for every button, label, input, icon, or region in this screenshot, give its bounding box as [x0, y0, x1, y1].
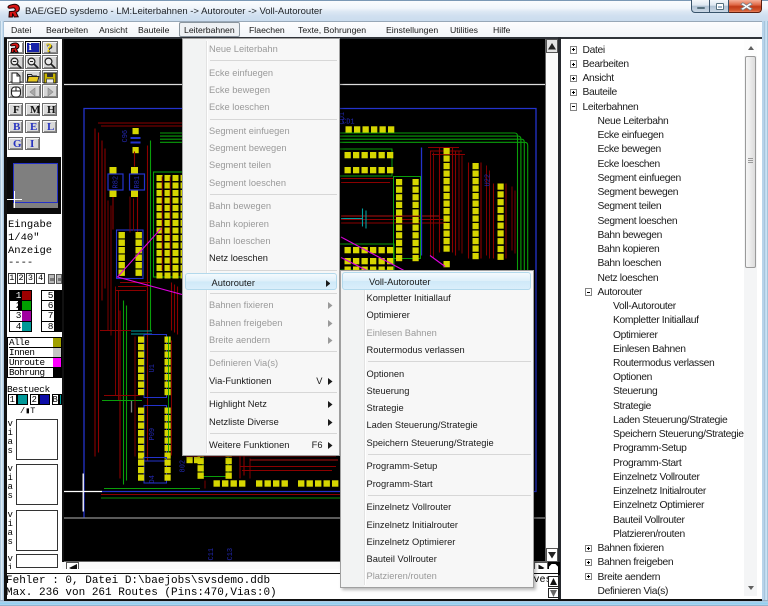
- svg-text:C11: C11: [208, 547, 216, 560]
- svg-text:U1: U1: [149, 364, 157, 372]
- svg-text:R82: R82: [113, 175, 121, 188]
- svg-text:P09: P09: [149, 427, 157, 440]
- svg-text:C96: C96: [122, 129, 130, 142]
- svg-text:R81: R81: [134, 175, 142, 188]
- svg-text:U22: U22: [485, 173, 493, 186]
- svg-text:CD1: CD1: [342, 118, 355, 126]
- svg-text:C13: C13: [227, 547, 235, 560]
- svg-text:802: 802: [180, 459, 188, 472]
- svg-text:D4: D4: [149, 475, 157, 483]
